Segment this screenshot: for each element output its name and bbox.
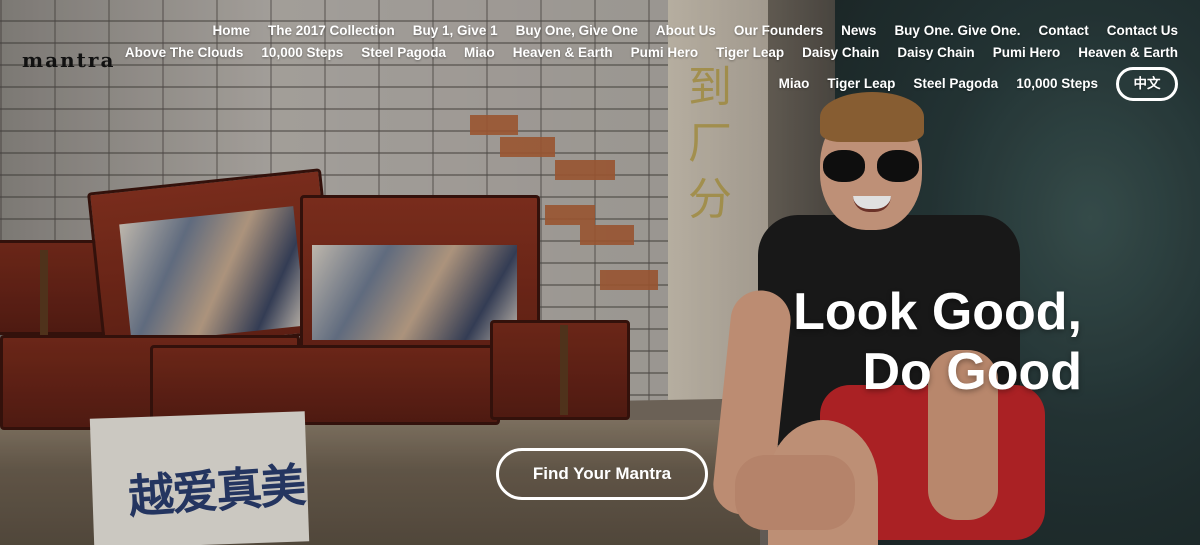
nav-link-contact[interactable]: Contact xyxy=(1038,20,1088,42)
nav-link-heaven-earth[interactable]: Heaven & Earth xyxy=(513,42,613,64)
nav-row-1: Home The 2017 Collection Buy 1, Give 1 B… xyxy=(98,20,1178,42)
nav-row-3: Miao Tiger Leap Steel Pagoda 10,000 Step… xyxy=(98,67,1178,101)
nav-link-10000-steps[interactable]: 10,000 Steps xyxy=(261,42,343,64)
nav-link-daisy-chain[interactable]: Daisy Chain xyxy=(802,42,879,64)
nav-link-miao[interactable]: Miao xyxy=(464,42,495,64)
nav-link-steel-pagoda-2[interactable]: Steel Pagoda xyxy=(913,73,998,95)
nav-link-steel-pagoda[interactable]: Steel Pagoda xyxy=(361,42,446,64)
nav-link-our-founders[interactable]: Our Founders xyxy=(734,20,823,42)
nav-link-buy-1-give-1[interactable]: Buy 1, Give 1 xyxy=(413,20,498,42)
nav-link-2017-collection[interactable]: The 2017 Collection xyxy=(268,20,395,42)
nav-link-tiger-leap[interactable]: Tiger Leap xyxy=(716,42,784,64)
nav-link-home[interactable]: Home xyxy=(212,20,250,42)
find-your-mantra-button[interactable]: Find Your Mantra xyxy=(496,448,708,500)
nav-link-above-the-clouds[interactable]: Above The Clouds xyxy=(125,42,244,64)
nav-link-10000-steps-2[interactable]: 10,000 Steps xyxy=(1016,73,1098,95)
nav-link-tiger-leap-2[interactable]: Tiger Leap xyxy=(827,73,895,95)
nav-link-pumi-hero[interactable]: Pumi Hero xyxy=(631,42,699,64)
nav-link-pumi-hero-2[interactable]: Pumi Hero xyxy=(993,42,1061,64)
hero-headline-line-2: Do Good xyxy=(862,343,1082,401)
nav-link-contact-us[interactable]: Contact Us xyxy=(1107,20,1178,42)
nav-link-daisy-chain-2[interactable]: Daisy Chain xyxy=(897,42,974,64)
nav-link-about-us[interactable]: About Us xyxy=(656,20,716,42)
nav-link-buy-one-give-one-alt[interactable]: Buy One. Give One. xyxy=(894,20,1020,42)
hero-banner: 到厂分 越爱真美 mantra Home The 2017 Collection… xyxy=(0,0,1200,545)
nav-row-2: Above The Clouds 10,000 Steps Steel Pago… xyxy=(98,42,1178,64)
nav-link-news[interactable]: News xyxy=(841,20,876,42)
nav-link-heaven-earth-2[interactable]: Heaven & Earth xyxy=(1078,42,1178,64)
main-navigation: Home The 2017 Collection Buy 1, Give 1 B… xyxy=(98,20,1178,101)
nav-link-miao-2[interactable]: Miao xyxy=(779,73,810,95)
hero-headline: Look Good, Do Good xyxy=(780,282,1082,402)
language-toggle-button[interactable]: 中文 xyxy=(1116,67,1178,101)
nav-link-buy-one-give-one[interactable]: Buy One, Give One xyxy=(516,20,638,42)
hero-headline-line-1: Look Good, xyxy=(793,283,1082,341)
